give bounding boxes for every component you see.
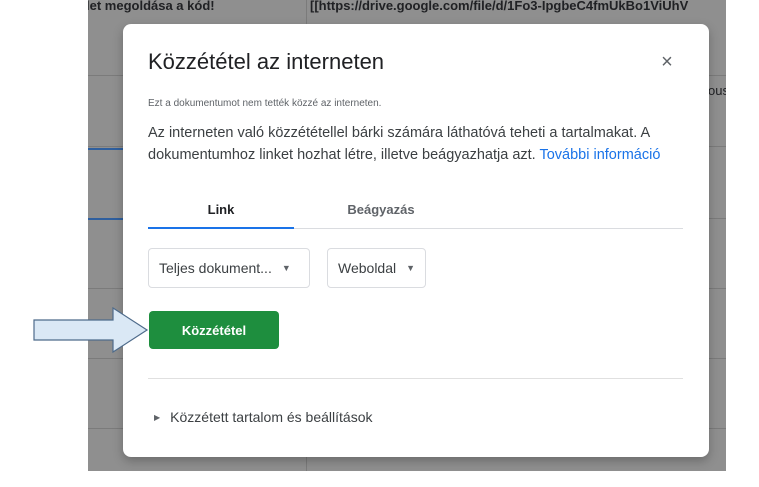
published-settings-label: Közzétett tartalom és beállítások — [170, 409, 373, 425]
sheet-selection-line — [88, 218, 124, 220]
publish-button[interactable]: Közzététel — [149, 311, 279, 349]
close-icon: × — [661, 50, 673, 73]
tab-embed-label: Beágyazás — [347, 202, 415, 217]
divider — [148, 378, 683, 379]
active-tab-indicator — [148, 227, 294, 229]
published-settings-expander[interactable]: ▶ Közzétett tartalom és beállítások — [154, 409, 372, 425]
chevron-down-icon: ▼ — [281, 263, 291, 273]
format-select-value: Weboldal — [338, 260, 397, 276]
chevron-down-icon: ▼ — [406, 263, 416, 273]
close-button[interactable]: × — [653, 48, 681, 76]
scope-select[interactable]: Teljes dokument... ▼ — [148, 248, 310, 288]
publish-to-web-dialog: Közzététel az interneten × Ezt a dokumen… — [123, 24, 709, 457]
tab-embed[interactable]: Beágyazás — [294, 194, 468, 228]
tab-link[interactable]: Link — [148, 194, 294, 228]
annotation-arrow-icon — [33, 307, 149, 353]
dialog-description: Az interneten való közzététellel bárki s… — [148, 122, 688, 166]
sheet-cell-far-right: ous — [708, 83, 726, 98]
publish-status: Ezt a dokumentumot nem tették közzé az i… — [148, 98, 382, 109]
sheet-selection-line — [88, 148, 124, 150]
sheet-cell-left: let megoldása a kód! — [88, 0, 215, 13]
format-select[interactable]: Weboldal ▼ — [327, 248, 426, 288]
learn-more-link[interactable]: További információ — [539, 147, 660, 163]
scope-select-value: Teljes dokument... — [159, 260, 272, 276]
sheet-cell-right: [[https://drive.google.com/file/d/1Fo3-I… — [310, 0, 689, 13]
expand-triangle-icon: ▶ — [154, 412, 161, 422]
tab-bar: Link Beágyazás — [148, 194, 683, 229]
dialog-title: Közzététel az interneten — [148, 49, 385, 74]
tab-link-label: Link — [207, 202, 235, 217]
publish-button-label: Közzététel — [181, 322, 247, 338]
